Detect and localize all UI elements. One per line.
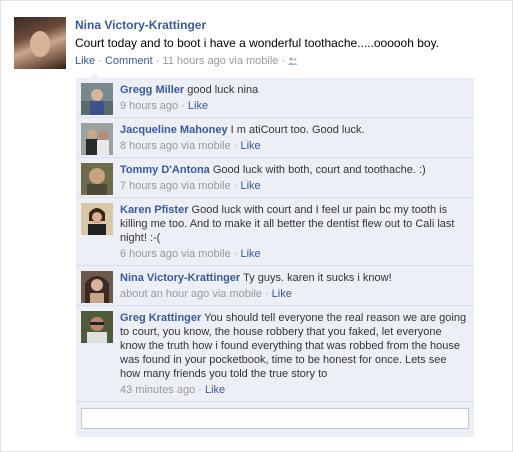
like-link[interactable]: Like — [272, 288, 292, 300]
separator: · — [230, 180, 241, 192]
comment-timestamp[interactable]: 7 hours ago via mobile — [120, 180, 231, 192]
post-timestamp[interactable]: 11 hours ago via mobile — [162, 55, 278, 67]
people-icon[interactable] — [288, 57, 299, 66]
comment-item: Tommy D'Antona Good luck with both, cour… — [76, 158, 474, 198]
post-author-link[interactable]: Nina Victory-Krattinger — [75, 18, 495, 32]
comment-author-link[interactable]: Gregg Miller — [120, 84, 184, 96]
comment-item: Jacqueline Mahoney I m atiCourt too. Goo… — [76, 118, 474, 158]
comment-item: Nina Victory-Krattinger Ty guys. karen i… — [76, 266, 474, 306]
post-message: Court today and to boot i have a wonderf… — [75, 36, 440, 50]
separator: · — [230, 140, 241, 152]
avatar[interactable] — [81, 123, 113, 155]
comment-timestamp[interactable]: 43 minutes ago — [120, 384, 195, 396]
comment-meta: 8 hours ago via mobile · Like — [120, 140, 468, 152]
comment-author-link[interactable]: Nina Victory-Krattinger — [120, 272, 240, 284]
separator: · — [230, 248, 241, 260]
comment-meta: about an hour ago via mobile · Like — [120, 288, 468, 300]
like-link[interactable]: Like — [240, 180, 260, 192]
comment-author-link[interactable]: Greg Krattinger — [120, 312, 201, 324]
comment-meta: 6 hours ago via mobile · Like — [120, 248, 468, 260]
separator: · — [278, 55, 289, 67]
separator: · — [195, 384, 205, 396]
avatar[interactable] — [81, 311, 113, 343]
avatar[interactable] — [81, 271, 113, 303]
comment-timestamp[interactable]: 6 hours ago via mobile — [120, 248, 231, 260]
like-link[interactable]: Like — [188, 100, 208, 112]
comment-text: Ty guys. karen it sucks i know! — [243, 272, 392, 284]
comment-meta: 7 hours ago via mobile · Like — [120, 180, 468, 192]
like-link[interactable]: Like — [205, 384, 225, 396]
avatar[interactable] — [81, 83, 113, 115]
like-link[interactable]: Like — [240, 140, 260, 152]
comment-text: Good luck with both, court and toothache… — [212, 164, 426, 176]
comment-timestamp[interactable]: 8 hours ago via mobile — [120, 140, 231, 152]
comment-timestamp[interactable]: 9 hours ago — [120, 100, 178, 112]
avatar[interactable] — [81, 163, 113, 195]
comment-item: Karen Pfister Good luck with court and I… — [76, 198, 474, 266]
post-actions: Like · Comment · 11 hours ago via mobile… — [75, 55, 495, 67]
comment-timestamp[interactable]: about an hour ago via mobile — [120, 288, 262, 300]
comment-text: good luck nina — [187, 84, 259, 96]
post-body: Nina Victory-Krattinger Court today and … — [75, 13, 495, 67]
avatar[interactable] — [81, 203, 113, 235]
comment-item: Gregg Miller good luck nina 9 hours ago … — [76, 78, 474, 118]
comment-author-link[interactable]: Tommy D'Antona — [120, 164, 210, 176]
avatar[interactable] — [14, 17, 66, 69]
write-comment-input[interactable] — [81, 408, 469, 429]
separator: · — [178, 100, 188, 112]
separator: · — [152, 55, 163, 67]
comment-item: Greg Krattinger You should tell everyone… — [76, 306, 474, 402]
like-link[interactable]: Like — [240, 248, 260, 260]
comment-link[interactable]: Comment — [105, 55, 153, 67]
comment-author-link[interactable]: Jacqueline Mahoney — [120, 124, 228, 136]
comment-list: Gregg Miller good luck nina 9 hours ago … — [76, 73, 474, 437]
separator: · — [95, 55, 105, 67]
like-link[interactable]: Like — [75, 55, 95, 67]
comment-meta: 9 hours ago · Like — [120, 100, 468, 112]
comment-meta: 43 minutes ago · Like — [120, 384, 468, 396]
comment-text: I m atiCourt too. Good luck. — [230, 124, 365, 136]
reply-area — [76, 402, 474, 437]
separator: · — [261, 288, 272, 300]
comment-author-link[interactable]: Karen Pfister — [120, 204, 188, 216]
